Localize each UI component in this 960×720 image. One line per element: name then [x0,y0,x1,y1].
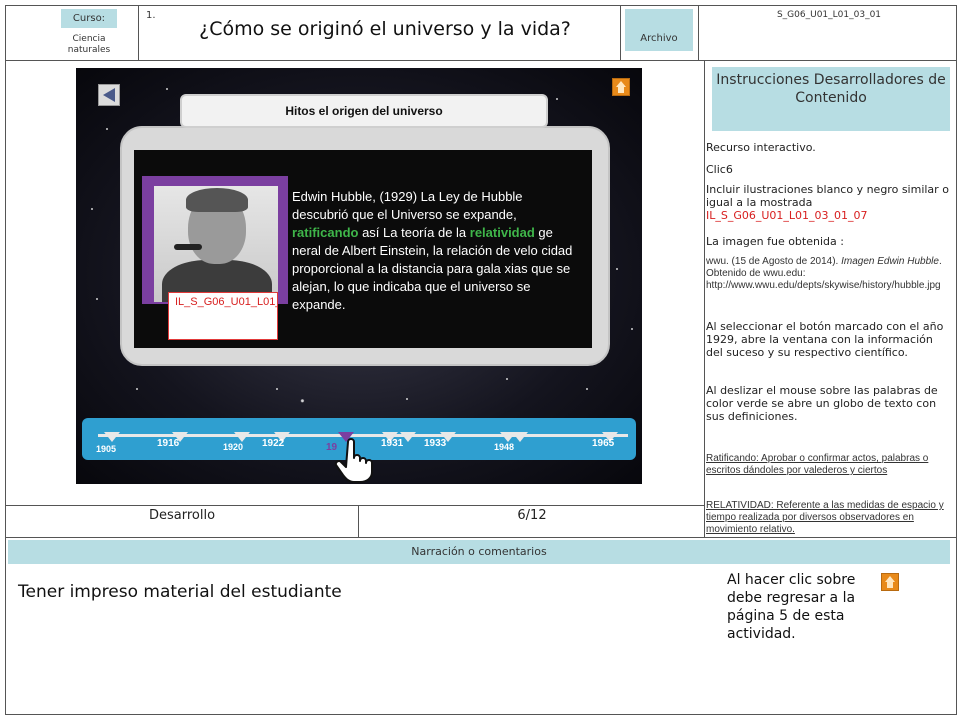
timeline-year-1933[interactable]: 1933 [424,438,446,449]
instructions-title: Instrucciones Desarrolladores de Conteni… [712,67,950,131]
border-bottom [5,714,957,715]
bio-text-2: así La teoría de la [358,225,470,240]
border-right [956,5,957,714]
timeline-year-1922[interactable]: 1922 [262,438,284,449]
border-left [5,5,6,714]
col-divider-curso [138,5,139,60]
timeline-year-1920[interactable]: 1920 [223,442,243,452]
material-note: Tener impreso material del estudiante [18,582,342,602]
narration-header: Narración o comentarios [8,540,950,564]
section-label: Desarrollo [148,508,216,523]
col-divider-archivo [620,5,621,60]
page-title: ¿Cómo se originó el universo y la vida? [199,18,571,40]
col-divider-code [698,5,699,60]
portrait-hair [186,188,248,212]
image-label-code: IL_S_G06_U01_L01_03_01_07 [168,292,278,340]
source-part-1: wwu. (15 de Agosto de 2014). [706,256,842,267]
page-counter: 6/12 [517,508,547,523]
hubble-portrait [154,186,278,302]
timeline-marker[interactable] [104,432,120,442]
timeline-marker[interactable] [512,432,528,442]
curso-value: Ciencia naturales [67,34,111,55]
pipe-icon [174,244,202,250]
incluir-code: IL_S_G06_U01_L01_03_01_07 [706,209,868,222]
timeline-year-1905[interactable]: 1905 [96,444,116,454]
archivo-label: Archivo [625,9,693,51]
col-divider-page [358,505,359,537]
source-citation: wwu. (15 de Agosto de 2014). Imagen Edwi… [706,256,952,292]
term-ratificando[interactable]: ratificando [292,225,358,240]
clic-text: Clic6 [706,163,733,176]
home-icon[interactable] [612,78,630,96]
hubble-bio: Edwin Hubble, (1929) La Ley de Hubble de… [292,188,578,314]
timeline-marker[interactable] [234,432,250,442]
row-divider-3 [5,537,957,538]
timeline-year-1965[interactable]: 1965 [592,438,614,449]
incluir-text: Incluir ilustraciones blanco y negro sim… [706,183,952,222]
border-top [5,5,957,6]
resource-code: S_G06_U01_L01_03_01 [776,10,882,20]
bio-text-1: Edwin Hubble, (1929) La Ley de Hubble de… [292,189,523,222]
timeline-year-1948[interactable]: 1948 [494,442,514,452]
curso-label: Curso: [61,9,117,28]
interactive-slide: Hitos el origen del universo Edwin Hubbl… [76,68,642,484]
deslizar-text: Al deslizar el mouse sobre las palabras … [706,384,938,423]
home-icon-note [881,573,899,591]
section-number: 1. [146,10,156,21]
home-click-note: Al hacer clic sobre debe regresar a la p… [727,572,856,642]
definition-relatividad: RELATIVIDAD: Referente a las medidas de … [706,500,944,535]
obtenida-text: La imagen fue obtenida : [706,235,844,248]
source-italic: Imagen Edwin Hubble [841,256,939,267]
slide-tab-title: Hitos el origen del universo [180,94,548,128]
recurso-text: Recurso interactivo. [706,141,816,154]
col-divider-right [704,60,705,537]
pointer-hand-icon [334,438,373,483]
timeline-year-1931[interactable]: 1931 [381,438,403,449]
back-arrow-button[interactable] [98,84,120,106]
definition-ratificando: Ratificando: Aprobar o confirmar actos, … [706,453,929,476]
incluir-body: Incluir ilustraciones blanco y negro sim… [706,183,949,209]
seleccionar-text: Al seleccionar el botón marcado con el a… [706,320,944,359]
row-divider-1 [5,60,957,61]
row-divider-2 [5,505,705,506]
term-relatividad[interactable]: relatividad [470,225,535,240]
timeline-year-1916[interactable]: 1916 [157,438,179,449]
